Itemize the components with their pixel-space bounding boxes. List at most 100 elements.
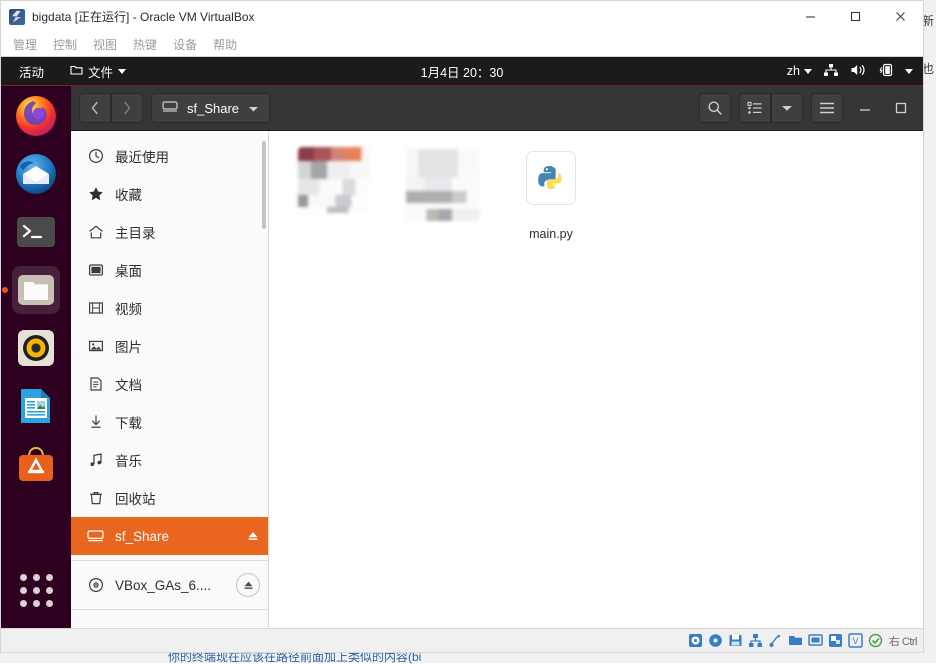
sidebar-item-sf-share[interactable]: sf_Share [71,517,268,555]
maximize-button[interactable] [833,1,878,32]
close-button[interactable] [878,1,923,32]
sidebar-item-vbox-gas[interactable]: VBox_GAs_6.... [71,566,268,604]
menu-help[interactable]: 帮助 [213,36,237,53]
file-item-main-py[interactable]: main.py [499,145,603,241]
shared-folder-icon[interactable] [787,632,804,649]
sidebar-scrollbar[interactable] [262,141,266,229]
sidebar-item-label: 收藏 [115,184,260,204]
grid-dot [46,587,53,594]
files-maximize-button[interactable] [887,93,915,123]
sidebar-item-downloads[interactable]: 下载 [71,403,268,441]
volume-icon[interactable] [850,63,867,80]
floppy-icon[interactable] [727,632,744,649]
home-icon [87,224,104,241]
minimize-icon [858,102,872,114]
file-view[interactable]: main.py [269,131,923,628]
sidebar-item-label: sf_Share [115,529,235,544]
sidebar-item-label: 音乐 [115,450,260,470]
menu-view[interactable]: 视图 [93,36,117,53]
network-icon[interactable] [747,632,764,649]
menu-devices[interactable]: 设备 [173,36,197,53]
eject-icon[interactable] [246,529,260,543]
trash-icon [87,490,104,507]
sidebar-item-label: 视频 [115,298,260,318]
sidebar-item-label: 主目录 [115,222,260,242]
grid-dot [20,587,27,594]
battery-icon[interactable] [878,63,894,80]
folder-icon [70,64,83,79]
grid-dot [46,600,53,607]
sidebar-item-recent[interactable]: 最近使用 [71,137,268,175]
sidebar-item-pictures[interactable]: 图片 [71,327,268,365]
recording-icon[interactable] [827,632,844,649]
sidebar-item-label: 文档 [115,374,260,394]
file-label: main.py [529,227,573,241]
minimize-button[interactable] [788,1,833,32]
navigation-buttons [79,93,143,123]
forward-button[interactable] [111,93,143,123]
redacted-thumbnail-b-icon [406,147,480,221]
eject-button[interactable] [236,573,260,597]
sidebar-item-label: 回收站 [115,488,260,508]
menu-manage[interactable]: 管理 [13,36,37,53]
file-item-redacted-2[interactable] [391,145,495,227]
language-indicator[interactable]: zh [787,64,812,78]
optical-disk-icon[interactable] [707,632,724,649]
files-minimize-button[interactable] [851,93,879,123]
chevron-down-icon[interactable] [905,69,913,74]
display-icon[interactable] [807,632,824,649]
sidebar-item-starred[interactable]: 收藏 [71,175,268,213]
usb-icon[interactable] [767,632,784,649]
guest-screen: 活动 文件 1月4日 20：30 zh [1,56,923,628]
list-view-button[interactable] [739,93,771,123]
video-icon [87,300,104,317]
disc-icon [87,577,104,594]
app-menu-files[interactable]: 文件 [70,62,126,81]
dock-item-terminal[interactable] [12,208,60,256]
window-title: bigdata [正在运行] - Oracle VM VirtualBox [32,8,255,25]
mouse-integration-icon[interactable] [867,632,884,649]
sidebar-item-videos[interactable]: 视频 [71,289,268,327]
headerbar-right-controls [699,93,915,123]
virtualization-icon[interactable]: V [847,632,864,649]
virtualbox-menubar: 管理 控制 视图 热键 设备 帮助 [1,32,923,56]
dock-item-software[interactable] [12,440,60,488]
dock-item-firefox[interactable] [12,92,60,140]
sidebar-separator [71,560,268,561]
dock-item-rhythmbox[interactable] [12,324,60,372]
menu-machine[interactable]: 控制 [53,36,77,53]
menu-input[interactable]: 热键 [133,36,157,53]
hard-disk-icon[interactable] [687,632,704,649]
view-options-dropdown[interactable] [771,93,803,123]
app-grid-button[interactable] [12,566,60,614]
chevron-down-icon [118,69,126,74]
file-item-redacted-1[interactable] [283,145,387,227]
main-menu-button[interactable] [811,93,843,123]
grid-dot [33,600,40,607]
path-label: sf_Share [187,101,239,116]
sidebar-item-trash[interactable]: 回收站 [71,479,268,517]
sidebar-item-label: 图片 [115,336,260,356]
files-icon [16,270,56,310]
topbar-clock[interactable]: 1月4日 20：30 [421,62,504,81]
sidebar-item-home[interactable]: 主目录 [71,213,268,251]
view-mode-group [739,93,803,123]
download-icon [87,414,104,431]
back-button[interactable] [79,93,111,123]
sidebar-item-music[interactable]: 音乐 [71,441,268,479]
svg-text:V: V [852,636,858,646]
sidebar-item-desktop[interactable]: 桌面 [71,251,268,289]
network-icon[interactable] [823,63,839,80]
dock-item-thunderbird[interactable] [12,150,60,198]
app-menu-label: 文件 [88,62,113,81]
terminal-icon [14,210,58,254]
path-bar-button[interactable]: sf_Share [151,93,270,123]
activities-button[interactable]: 活动 [11,62,52,81]
dock-item-files[interactable] [12,266,60,314]
list-view-icon [747,101,763,115]
sidebar-item-other-locations[interactable]: 其他位置 [71,615,268,628]
search-button[interactable] [699,93,731,123]
sidebar-item-documents[interactable]: 文档 [71,365,268,403]
rhythmbox-icon [16,328,56,368]
dock-item-libreoffice[interactable] [12,382,60,430]
